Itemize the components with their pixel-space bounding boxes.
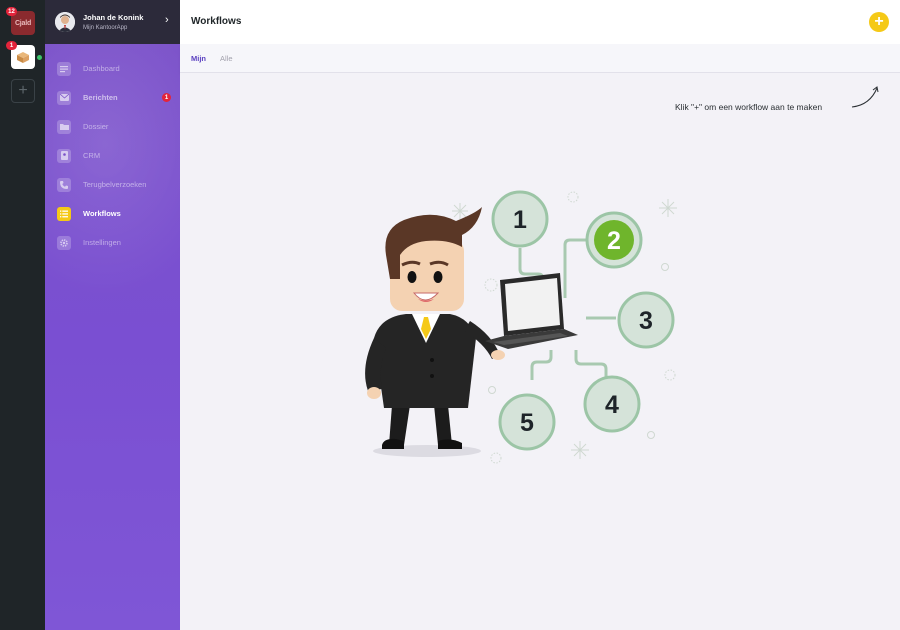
folder-icon (57, 119, 71, 134)
sidebar-item-label: CRM (83, 151, 101, 160)
workflow-step-3: 3 (617, 291, 675, 349)
plus-icon: + (18, 82, 28, 99)
workflow-step-2: 2 (585, 211, 643, 269)
sidebar-item-label: Instellingen (83, 238, 121, 247)
tab-bar: Mijn Alle (180, 44, 900, 73)
phone-icon (57, 177, 71, 192)
sidebar-item-berichten[interactable]: Berichten 1 (45, 83, 180, 112)
sidebar-item-label: Dashboard (83, 64, 120, 73)
plus-icon: + (874, 13, 884, 30)
tab-alle[interactable]: Alle (220, 54, 233, 63)
box-icon (17, 52, 29, 63)
workflow-step-1: 1 (491, 190, 549, 248)
user-profile[interactable]: Johan de Konink Mijn KantoorApp › (45, 0, 180, 44)
avatar (55, 12, 75, 32)
user-name: Johan de Konink (83, 13, 144, 22)
app-badge: 12 (6, 7, 17, 16)
dashboard-icon (57, 61, 71, 76)
unread-badge: 1 (162, 93, 171, 102)
step-number: 2 (607, 227, 621, 255)
app-rail: Cjald 12 1 + (0, 0, 45, 630)
step-number: 1 (513, 206, 527, 234)
sidebar-item-instellingen[interactable]: Instellingen (45, 228, 180, 257)
sidebar-item-dashboard[interactable]: Dashboard (45, 54, 180, 83)
gear-icon (57, 235, 71, 250)
contacts-icon (57, 148, 71, 163)
businessman-illustration (365, 207, 505, 457)
workflow-step-4: 4 (583, 375, 641, 433)
sidebar-item-label: Dossier (83, 122, 109, 131)
sidebar-item-label: Workflows (83, 209, 121, 218)
app-badge: 1 (6, 41, 17, 50)
workflow-illustration: 1 2 3 4 5 (365, 190, 677, 464)
online-indicator (37, 55, 42, 60)
sidebar-item-label: Berichten (83, 93, 118, 102)
curved-arrow-icon (851, 86, 879, 108)
messages-icon (57, 90, 71, 105)
step-number: 5 (520, 409, 534, 437)
step-number: 3 (639, 307, 653, 335)
list-icon (57, 206, 71, 221)
sidebar-item-workflows[interactable]: Workflows (45, 199, 180, 228)
add-app-button[interactable]: + (11, 79, 35, 103)
user-subtitle: Mijn KantoorApp (83, 25, 128, 31)
step-number: 4 (605, 391, 619, 419)
sidebar-item-dossier[interactable]: Dossier (45, 112, 180, 141)
add-workflow-button[interactable]: + (869, 12, 889, 32)
sidebar-item-terugbelverzoeken[interactable]: Terugbelverzoeken (45, 170, 180, 199)
app-name: Cjald (14, 19, 32, 27)
sidebar: Johan de Konink Mijn KantoorApp › Dashbo… (45, 0, 180, 630)
tab-mijn[interactable]: Mijn (191, 54, 206, 63)
sidebar-nav: Dashboard Berichten 1 Dossier CRM Terugb… (45, 54, 180, 257)
page-title: Workflows (191, 16, 242, 27)
chevron-right-icon[interactable]: › (165, 14, 169, 26)
workflows-empty-state: Klik "+" om een workflow aan te maken 1 … (180, 73, 900, 630)
sidebar-item-label: Terugbelverzoeken (83, 180, 147, 189)
header: Workflows + (180, 0, 900, 44)
sidebar-item-crm[interactable]: CRM (45, 141, 180, 170)
workflow-step-5: 5 (498, 393, 556, 451)
empty-state-hint: Klik "+" om een workflow aan te maken (675, 102, 823, 112)
